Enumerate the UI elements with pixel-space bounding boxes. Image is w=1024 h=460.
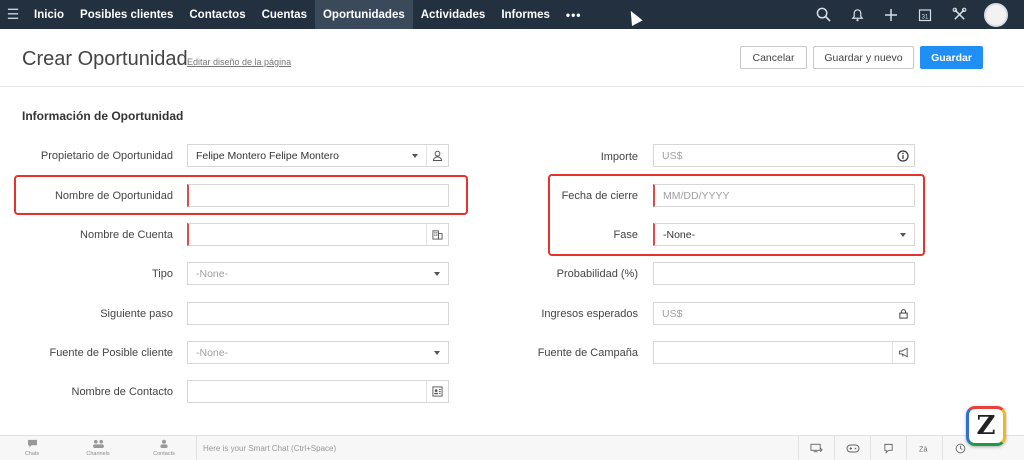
label-account-name: Nombre de Cuenta bbox=[80, 229, 173, 241]
label-amount: Importe bbox=[600, 151, 638, 163]
expected-revenue-input[interactable]: US$ bbox=[653, 302, 915, 325]
contact-card-icon[interactable] bbox=[426, 381, 448, 402]
label-next-step: Siguiente paso bbox=[100, 308, 173, 320]
search-icon[interactable] bbox=[806, 0, 840, 29]
person-icon bbox=[144, 439, 184, 451]
contact-name-input[interactable] bbox=[187, 380, 449, 403]
building-icon[interactable] bbox=[426, 224, 448, 245]
svg-text:Zà: Zà bbox=[919, 444, 928, 453]
label-contact-name: Nombre de Contacto bbox=[71, 386, 174, 398]
bottom-bar: Chats Channels Contacts Here is your Sma… bbox=[0, 435, 1024, 460]
label-type: Tipo bbox=[152, 268, 173, 280]
smart-chat-input[interactable]: Here is your Smart Chat (Ctrl+Space) bbox=[196, 436, 796, 460]
amount-placeholder: US$ bbox=[662, 149, 683, 162]
nav-item-actividades[interactable]: Actividades bbox=[413, 0, 494, 29]
channels-label: Channels bbox=[86, 451, 110, 457]
hamburger-icon[interactable]: ☰ bbox=[0, 0, 26, 29]
user-icon[interactable] bbox=[426, 145, 448, 166]
owner-value: Felipe Montero Felipe Montero bbox=[196, 149, 339, 162]
cancel-button[interactable]: Cancelar bbox=[740, 46, 807, 69]
chevron-down-icon[interactable] bbox=[434, 351, 440, 355]
save-and-new-button[interactable]: Guardar y nuevo bbox=[813, 46, 914, 69]
nav-item-posibles-clientes[interactable]: Posibles clientes bbox=[72, 0, 181, 29]
campaign-source-input[interactable] bbox=[653, 341, 915, 364]
channels-button[interactable]: Channels bbox=[78, 439, 118, 458]
bell-icon[interactable] bbox=[840, 0, 874, 29]
label-probability: Probabilidad (%) bbox=[556, 268, 638, 280]
type-select[interactable]: -None- bbox=[187, 262, 449, 285]
chevron-down-icon[interactable] bbox=[434, 272, 440, 276]
contacts-button[interactable]: Contacts bbox=[144, 439, 184, 458]
contacts-label: Contacts bbox=[153, 451, 175, 457]
gamepad-icon[interactable] bbox=[834, 436, 870, 460]
label-owner: Propietario de Oportunidad bbox=[40, 150, 173, 162]
chat-bubble-icon bbox=[12, 439, 52, 451]
info-icon[interactable] bbox=[892, 145, 914, 166]
nav-item-cuentas[interactable]: Cuentas bbox=[254, 0, 315, 29]
label-expected-revenue: Ingresos esperados bbox=[541, 308, 638, 320]
lock-icon bbox=[892, 303, 914, 324]
nav-item-informes[interactable]: Informes bbox=[493, 0, 558, 29]
expected-revenue-placeholder: US$ bbox=[662, 307, 683, 320]
avatar[interactable] bbox=[984, 2, 1008, 27]
edit-layout-link[interactable]: Editar diseño de la página bbox=[187, 57, 291, 67]
nav-item-oportunidades[interactable]: Oportunidades bbox=[314, 0, 413, 29]
group-icon bbox=[78, 439, 118, 451]
top-navbar: ☰ Inicio Posibles clientes Contactos Cue… bbox=[0, 0, 1024, 29]
page-title: Crear Oportunidad bbox=[22, 48, 188, 70]
lead-source-value: -None- bbox=[196, 346, 229, 359]
page-header: Crear Oportunidad Editar diseño de la pá… bbox=[0, 29, 1024, 87]
section-title: Información de Oportunidad bbox=[22, 109, 184, 123]
account-name-input[interactable] bbox=[187, 223, 449, 246]
highlight-box-opportunity-name bbox=[14, 175, 468, 215]
nav-icon-group: 31 bbox=[806, 0, 1024, 29]
chevron-down-icon[interactable] bbox=[412, 154, 418, 158]
plus-icon[interactable] bbox=[874, 0, 908, 29]
more-menu-button[interactable]: ••• bbox=[558, 8, 590, 22]
save-button[interactable]: Guardar bbox=[920, 46, 983, 69]
megaphone-icon[interactable] bbox=[892, 342, 914, 363]
type-value: -None- bbox=[196, 267, 229, 280]
chat-icon[interactable] bbox=[870, 436, 906, 460]
lead-source-select[interactable]: -None- bbox=[187, 341, 449, 364]
highlight-box-close-date-stage bbox=[548, 174, 925, 256]
owner-select[interactable]: Felipe Montero Felipe Montero bbox=[187, 144, 449, 167]
tools-icon[interactable] bbox=[942, 0, 976, 29]
chats-label: Chats bbox=[24, 451, 40, 457]
label-lead-source: Fuente de Posible cliente bbox=[49, 347, 173, 359]
calendar-icon[interactable]: 31 bbox=[908, 0, 942, 29]
screen-icon[interactable] bbox=[798, 436, 834, 460]
zoho-logo: Z bbox=[966, 406, 1006, 446]
next-step-input[interactable] bbox=[187, 302, 449, 325]
probability-input[interactable] bbox=[653, 262, 915, 285]
nav-item-contactos[interactable]: Contactos bbox=[181, 0, 253, 29]
label-campaign-source: Fuente de Campaña bbox=[537, 347, 638, 359]
amount-input[interactable]: US$ bbox=[653, 144, 915, 167]
svg-text:31: 31 bbox=[922, 14, 929, 20]
mouse-cursor-icon bbox=[625, 8, 643, 26]
translate-icon[interactable]: Zà bbox=[906, 436, 942, 460]
chats-button[interactable]: Chats bbox=[12, 439, 52, 458]
nav-item-inicio[interactable]: Inicio bbox=[26, 0, 72, 29]
